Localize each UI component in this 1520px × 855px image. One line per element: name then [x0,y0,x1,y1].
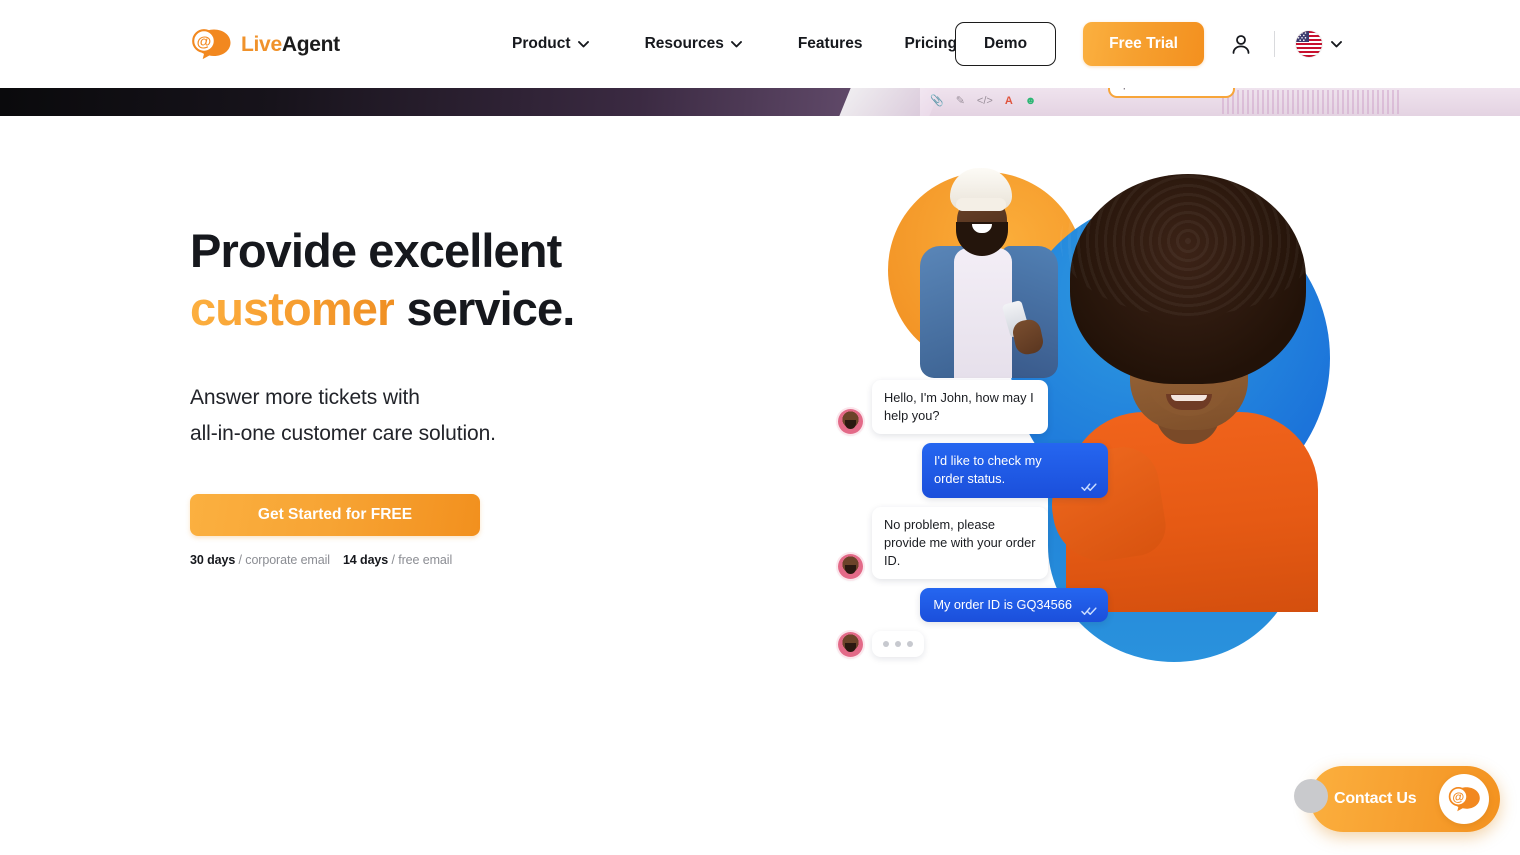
hero-heading-line1: Provide excellent [190,224,562,277]
demo-button[interactable]: Demo [954,22,1057,66]
nav-item-features[interactable]: Features [798,35,863,53]
logo-text: LiveAgent [241,34,340,55]
typing-dot [907,641,913,648]
nav-item-product[interactable]: Product [512,35,612,53]
text-color-icon[interactable]: A [1005,96,1013,107]
agent-photo [910,168,1070,378]
trial-note: 30 days / corporate email 14 days / free … [190,553,790,567]
top-banner-strip: 📎 ✎ </> A ☻ prescribed answer. [0,88,1520,116]
chat-message-agent-1: Hello, I'm John, how may I help you? [838,380,1108,435]
at-speech-bubble-icon: @ [1439,774,1489,824]
us-flag-icon [1296,31,1322,57]
trial-days-free: 14 days [342,552,389,567]
chevron-down-icon [577,40,589,48]
trial-free-text: / free email [388,552,453,567]
user-icon[interactable] [1204,33,1252,55]
typing-dot [895,641,901,648]
nav-item-pricing[interactable]: Pricing [904,35,957,53]
agent-avatar [838,554,863,580]
logo-text-agent: Agent [281,32,340,56]
page-title: Provide excellent customer service. [190,222,790,338]
header-actions: Demo Free Trial [954,0,1342,88]
hero-content: Provide excellent customer service. Answ… [190,222,790,567]
contact-widget-tab [1294,779,1328,813]
strip-grid-decor [1222,90,1402,114]
editor-toolbar: 📎 ✎ </> A ☻ [930,96,1036,107]
chat-bubble-outgoing: I'd like to check my order status. [922,443,1108,498]
nav-item-resources-label: Resources [644,35,724,52]
typing-dot [883,641,889,648]
agent-avatar [838,632,863,658]
hero-subheading-line1: Answer more tickets with [190,385,420,409]
trial-corporate-text: / corporate email [235,552,331,567]
nav-item-pricing-label: Pricing [904,35,957,52]
prescribed-answer-tooltip: prescribed answer. [1108,88,1235,98]
client-logo-strip: Forbes AIRBUS NASCAR USC University of S… [0,742,1520,808]
svg-text:@: @ [1452,790,1464,804]
chat-message-customer-1: I'd like to check my order status. [838,443,1108,498]
nav-item-resources[interactable]: Resources [645,35,765,53]
code-icon[interactable]: </> [977,96,993,107]
chat-conversation: Hello, I'm John, how may I help you? I'd… [838,380,1108,666]
nav-item-features-label: Features [797,35,863,52]
double-check-icon [1081,479,1097,491]
chat-bubble-incoming: Hello, I'm John, how may I help you? [872,380,1048,435]
typing-indicator [872,631,924,658]
chat-bubble-outgoing-text: My order ID is GQ34566 [933,597,1072,613]
page-root: @ LiveAgent Product Resources Features P… [0,0,1520,855]
hero-heading-line2-rest: service. [394,281,576,335]
logo-text-live: Live [241,32,282,56]
chat-message-agent-2: No problem, please provide me with your … [838,506,1108,580]
chat-message-customer-2: My order ID is GQ34566 [838,588,1108,623]
hero-subheading-line2: all-in-one customer care solution. [190,421,496,445]
chevron-down-icon [1331,40,1342,48]
attachment-icon[interactable]: 📎 [930,96,944,107]
header-divider [1274,31,1275,57]
hero-subheading: Answer more tickets with all-in-one cust… [190,380,790,452]
chat-bubble-outgoing-text: I'd like to check my order status. [934,453,1042,487]
chat-typing-indicator-row [838,631,1108,658]
trial-days-corporate: 30 days [190,552,236,567]
svg-text:@: @ [197,34,212,51]
contact-us-widget[interactable]: Contact Us @ [1294,766,1500,832]
site-header: @ LiveAgent Product Resources Features P… [0,0,1520,88]
chat-bubble-outgoing: My order ID is GQ34566 [920,588,1108,623]
main-navigation: Product Resources Features Pricing [512,0,999,88]
get-started-button[interactable]: Get Started for FREE [190,493,480,536]
double-check-icon [1081,603,1097,616]
language-selector[interactable] [1296,31,1342,57]
agent-avatar [838,409,863,435]
nav-item-product-label: Product [512,35,571,52]
hero-heading-accent: customer [190,281,395,335]
emoji-icon[interactable]: ☻ [1025,96,1037,107]
strip-panel-accent [839,88,941,116]
pencil-icon[interactable]: ✎ [956,96,965,107]
contact-us-label: Contact Us [1334,790,1417,807]
chat-bubble-incoming: No problem, please provide me with your … [872,506,1048,580]
free-trial-button[interactable]: Free Trial [1083,22,1204,66]
chevron-down-icon [730,40,742,48]
at-speech-bubble-icon: @ [190,28,232,60]
logo[interactable]: @ LiveAgent [190,28,340,60]
